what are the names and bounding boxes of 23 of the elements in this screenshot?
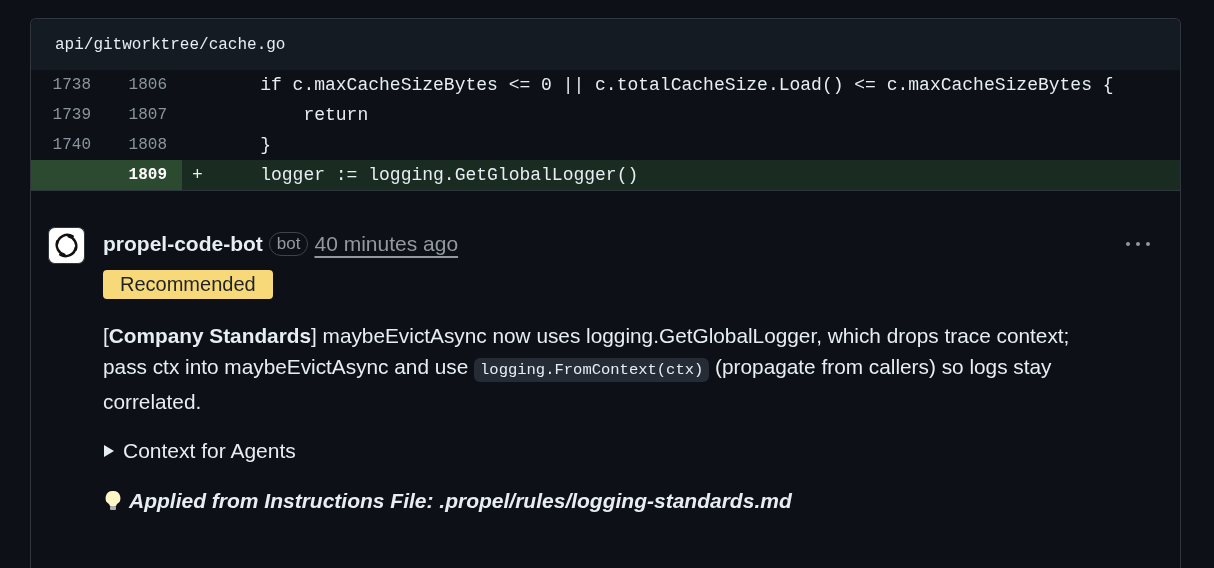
instructions-note: Applied from Instructions File: .propel/rules/logging-standards.md bbox=[129, 489, 792, 513]
line-number: 1809 bbox=[106, 160, 182, 190]
line-number: 1807 bbox=[127, 105, 168, 126]
file-path: api/gitworktree/cache.go bbox=[55, 35, 286, 54]
lightbulb-icon bbox=[103, 490, 123, 512]
line-number: 1808 bbox=[127, 135, 168, 156]
line-number: 1740 bbox=[51, 135, 92, 156]
comment-text: [Company Standards] maybeEvictAsync now uses logging.GetGlobalLogger, which drops trace context; pass ctx into maybeEvictAsync and use logging.FromContext(ctx) (propagate from callers) so logs stay correlated. bbox=[103, 323, 1071, 415]
line-number: 1739 bbox=[51, 105, 92, 126]
severity-label: Recommended bbox=[103, 270, 273, 299]
line-number: 1738 bbox=[51, 75, 92, 96]
details-toggle[interactable]: Context for Agents bbox=[103, 439, 1152, 463]
code-text: if c.maxCacheSizeBytes <= 0 || c.totalCacheSize.Load() <= c.maxCacheSizeBytes { bbox=[259, 75, 1114, 95]
code-text: return bbox=[302, 105, 369, 125]
author-name: propel-code-bot bbox=[103, 232, 263, 256]
code-text: logger := logging.GetGlobalLogger() bbox=[259, 165, 639, 185]
code-text: } bbox=[259, 135, 271, 155]
avatar-icon bbox=[48, 227, 85, 264]
timestamp-link[interactable]: 40 minutes ago bbox=[314, 232, 459, 256]
diff-marker: + bbox=[192, 165, 203, 185]
disclosure-triangle-icon bbox=[103, 444, 115, 458]
line-number: 1806 bbox=[127, 75, 168, 96]
more-options-icon[interactable] bbox=[1124, 239, 1152, 249]
